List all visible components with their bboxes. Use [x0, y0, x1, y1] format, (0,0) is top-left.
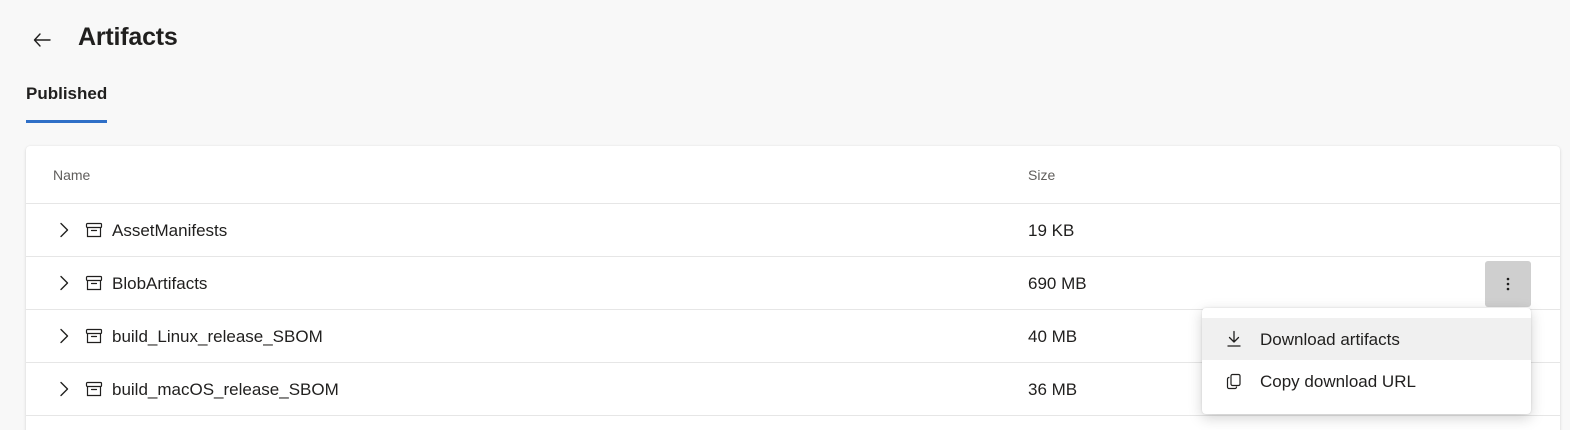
- menu-item-label: Download artifacts: [1260, 330, 1400, 349]
- artifact-box-icon: [85, 222, 103, 238]
- chevron-right-icon[interactable]: [54, 326, 74, 346]
- artifact-box-icon: [85, 275, 103, 291]
- artifact-box-icon: [85, 381, 103, 397]
- back-button[interactable]: [26, 24, 58, 56]
- artifacts-page: Artifacts Published Name Size AssetManif…: [0, 0, 1570, 430]
- column-header-size[interactable]: Size: [1028, 167, 1055, 183]
- more-vertical-icon: [1506, 277, 1510, 291]
- table-row[interactable]: BlobArtifacts 690 MB: [26, 257, 1560, 310]
- menu-item-copy-download-url[interactable]: Copy download URL: [1202, 360, 1531, 402]
- menu-item-download-artifacts[interactable]: Download artifacts: [1202, 318, 1531, 360]
- chevron-right-icon[interactable]: [54, 220, 74, 240]
- chevron-right-icon[interactable]: [54, 273, 74, 293]
- arrow-left-icon: [33, 33, 51, 47]
- artifact-name: build_macOS_release_SBOM: [112, 380, 339, 399]
- artifact-size: 36 MB: [1028, 380, 1078, 399]
- artifact-size: 690 MB: [1028, 274, 1087, 293]
- more-options-button[interactable]: [1485, 261, 1531, 307]
- artifact-name: BlobArtifacts: [112, 274, 208, 293]
- page-header: Artifacts: [26, 18, 178, 56]
- tab-bar: Published: [26, 80, 108, 123]
- context-menu: Download artifacts Copy download URL: [1202, 308, 1531, 414]
- artifact-size: 19 KB: [1028, 221, 1075, 240]
- download-icon: [1224, 329, 1244, 349]
- artifact-box-icon: [85, 328, 103, 344]
- artifact-name: AssetManifests: [112, 221, 228, 240]
- menu-item-label: Copy download URL: [1260, 372, 1416, 391]
- page-title: Artifacts: [78, 22, 178, 51]
- artifact-name: build_Linux_release_SBOM: [112, 327, 323, 346]
- artifact-size: 40 MB: [1028, 327, 1078, 346]
- chevron-right-icon[interactable]: [54, 379, 74, 399]
- table-header: Name Size: [26, 146, 1560, 204]
- tab-published[interactable]: Published: [26, 80, 108, 123]
- column-header-name[interactable]: Name: [53, 167, 90, 183]
- table-row[interactable]: AssetManifests 19 KB: [26, 204, 1560, 257]
- copy-icon: [1224, 371, 1244, 391]
